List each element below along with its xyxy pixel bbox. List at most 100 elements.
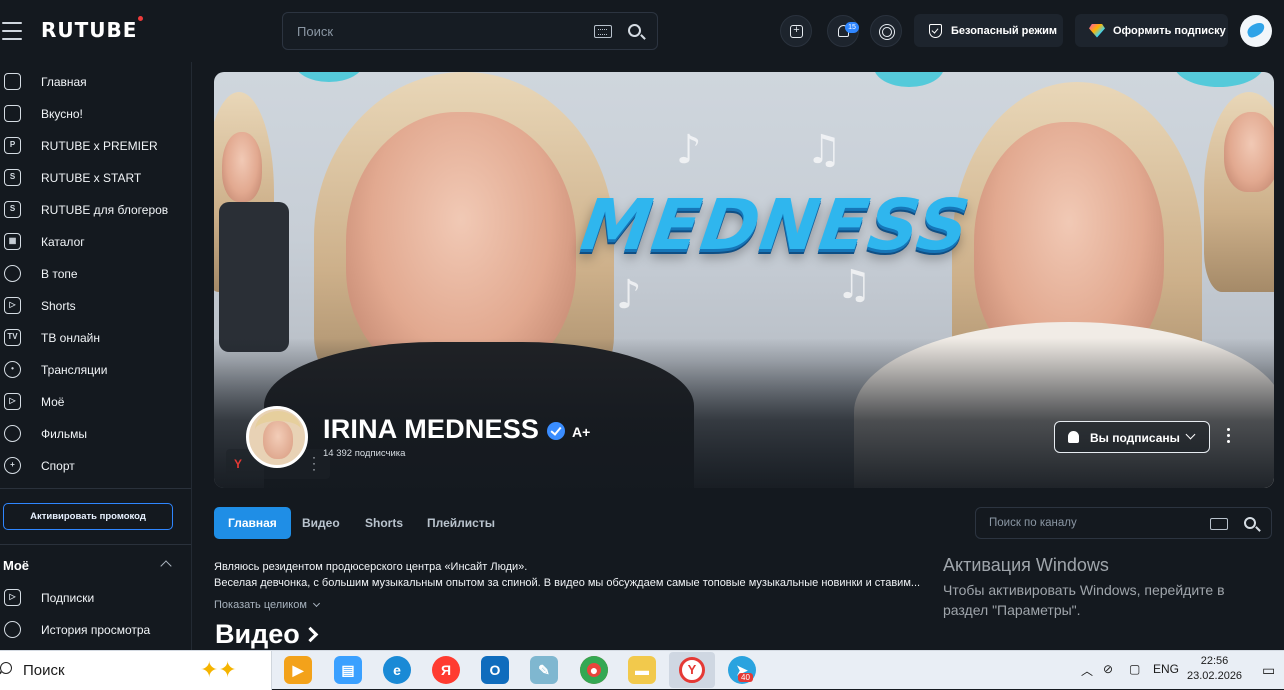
chevron-up-icon[interactable]: ︿ xyxy=(1081,662,1093,679)
sparkle-icon: ✦✦ xyxy=(200,657,237,682)
notification-center-icon[interactable]: ▭ xyxy=(1262,662,1275,679)
channel-more-icon[interactable] xyxy=(1227,428,1231,446)
user-avatar[interactable] xyxy=(1240,15,1272,47)
sidebar-item-label: Подписки xyxy=(41,591,95,605)
channel-avatar[interactable] xyxy=(246,406,308,468)
subscriber-count: 14 392 подписчика xyxy=(323,448,406,459)
store-icon[interactable]: ▤ xyxy=(334,656,362,684)
safe-mode-button[interactable]: Безопасный режим xyxy=(914,14,1063,47)
search-icon[interactable] xyxy=(1244,517,1256,529)
film-icon xyxy=(4,425,21,442)
top-header: RUTUBE Поиск + 15 Безопасный режим Оформ… xyxy=(0,0,1284,62)
blogger-icon: S xyxy=(4,201,21,218)
rocket-icon xyxy=(4,265,21,282)
home-icon xyxy=(4,73,21,90)
subscriptions-icon: ▷ xyxy=(4,589,21,606)
bell-icon xyxy=(1068,431,1079,443)
premier-icon: P xyxy=(4,137,21,154)
channel-search-input[interactable]: Поиск по каналу xyxy=(975,507,1272,539)
banner-title: MEDNESS xyxy=(576,184,976,266)
subscribe-premium-button[interactable]: Оформить подписку xyxy=(1075,14,1228,47)
language-indicator[interactable]: ENG xyxy=(1153,662,1179,676)
menu-icon[interactable] xyxy=(2,22,22,40)
search-icon[interactable] xyxy=(628,24,641,37)
sidebar-item-label: RUTUBE для блогеров xyxy=(41,203,169,217)
sidebar-item-broadcasts[interactable]: • Трансляции xyxy=(0,354,190,386)
plus-icon: + xyxy=(790,25,803,38)
videos-section-title[interactable]: Видео xyxy=(215,619,319,650)
upload-button[interactable]: + xyxy=(780,15,812,47)
search-icon xyxy=(0,662,12,674)
sidebar-item-sport[interactable]: + Спорт xyxy=(0,450,190,482)
show-all-link[interactable]: Показать целиком xyxy=(214,599,320,611)
rutube-logo[interactable]: RUTUBE xyxy=(41,16,144,42)
taskbar-search-placeholder: Поиск xyxy=(23,662,65,679)
yandex-app-icon[interactable]: Y xyxy=(669,652,715,688)
notepad-icon[interactable]: ✎ xyxy=(530,656,558,684)
sidebar-item-label: Спорт xyxy=(41,459,75,473)
theme-button[interactable] xyxy=(870,15,902,47)
telegram-badge: 40 xyxy=(738,673,753,682)
shield-icon xyxy=(929,23,942,38)
tv-icon: TV xyxy=(4,329,21,346)
windows-taskbar: Поиск ✦✦ ▶ ▤ e Я O ✎ ● ▬ Y ➤ 40 ︿ ⊘ ▢ EN… xyxy=(0,650,1284,690)
sidebar-item-catalog[interactable]: ▦ Каталог xyxy=(0,226,190,258)
chevron-up-icon[interactable] xyxy=(160,560,172,572)
windows-activation-watermark: Активация Windows Чтобы активировать Win… xyxy=(943,555,1225,620)
sidebar-item-history[interactable]: История просмотра xyxy=(0,614,190,646)
outlook-icon[interactable]: O xyxy=(481,656,509,684)
sidebar-item-bloggers[interactable]: S RUTUBE для блогеров xyxy=(0,194,190,226)
tab-playlists[interactable]: Плейлисты xyxy=(427,507,495,539)
sidebar-item-top[interactable]: В топе xyxy=(0,258,190,290)
sidebar-item-shorts[interactable]: ▷ Shorts xyxy=(0,290,190,322)
yandex-browser-icon[interactable]: Я xyxy=(432,656,460,684)
activation-title: Активация Windows xyxy=(943,555,1109,575)
keyboard-icon[interactable] xyxy=(1210,518,1228,530)
sidebar-divider xyxy=(0,544,191,545)
activate-promo-button[interactable]: Активировать промокод xyxy=(3,503,173,530)
search-input[interactable]: Поиск xyxy=(282,12,658,50)
safe-mode-label: Безопасный режим xyxy=(951,24,1058,37)
subscribed-label: Вы подписаны xyxy=(1090,431,1180,445)
verified-icon xyxy=(547,422,565,440)
media-player-icon[interactable]: ▶ xyxy=(284,656,312,684)
clock[interactable]: 22:56 23.02.2026 xyxy=(1187,654,1242,684)
chrome-icon[interactable]: ● xyxy=(580,656,608,684)
activation-line: Чтобы активировать Windows, перейдите в xyxy=(943,582,1225,598)
sidebar-item-vkusno[interactable]: Вкусно! xyxy=(0,98,190,130)
channel-rank-badge: A+ xyxy=(572,424,591,440)
sidebar-item-tv[interactable]: TV ТВ онлайн xyxy=(0,322,190,354)
taskbar-search[interactable]: Поиск ✦✦ xyxy=(0,651,272,690)
chevron-down-icon xyxy=(1185,429,1196,440)
catalog-icon: ▦ xyxy=(4,233,21,250)
channel-search-placeholder: Поиск по каналу xyxy=(989,517,1077,529)
network-off-icon[interactable]: ⊘ xyxy=(1103,662,1113,676)
tab-shorts[interactable]: Shorts xyxy=(365,507,403,539)
sidebar-item-start[interactable]: S RUTUBE x START xyxy=(0,162,190,194)
sidebar-item-label: RUTUBE x START xyxy=(41,171,142,185)
history-icon xyxy=(4,621,21,638)
show-all-label: Показать целиком xyxy=(214,599,307,611)
tab-main[interactable]: Главная xyxy=(214,507,291,539)
sidebar-item-subscriptions[interactable]: ▷ Подписки xyxy=(0,582,190,614)
subscribed-button[interactable]: Вы подписаны xyxy=(1054,421,1210,453)
sidebar-item-my[interactable]: ▷ Моё xyxy=(0,386,190,418)
edge-icon[interactable]: e xyxy=(383,656,411,684)
device-icon[interactable]: ▢ xyxy=(1129,662,1140,676)
search-placeholder: Поиск xyxy=(297,24,334,39)
keyboard-icon[interactable] xyxy=(594,25,612,38)
sun-icon xyxy=(882,27,892,37)
sidebar-item-label: Вкусно! xyxy=(41,107,83,121)
sidebar-item-home[interactable]: Главная xyxy=(0,66,190,98)
tab-videos[interactable]: Видео xyxy=(302,507,340,539)
sidebar-item-premier[interactable]: P RUTUBE x PREMIER xyxy=(0,130,190,162)
activation-line: раздел "Параметры". xyxy=(943,602,1081,618)
notifications-button[interactable]: 15 xyxy=(827,15,859,47)
file-explorer-icon[interactable]: ▬ xyxy=(628,656,656,684)
channel-description-line: Веселая девчонка, с большим музыкальным … xyxy=(214,577,921,589)
sidebar-item-label: Главная xyxy=(41,75,87,89)
sidebar-item-films[interactable]: Фильмы xyxy=(0,418,190,450)
more-icon[interactable]: · · · xyxy=(312,451,316,475)
clock-time: 22:56 xyxy=(1200,655,1229,667)
sidebar-item-label: Трансляции xyxy=(41,363,108,377)
